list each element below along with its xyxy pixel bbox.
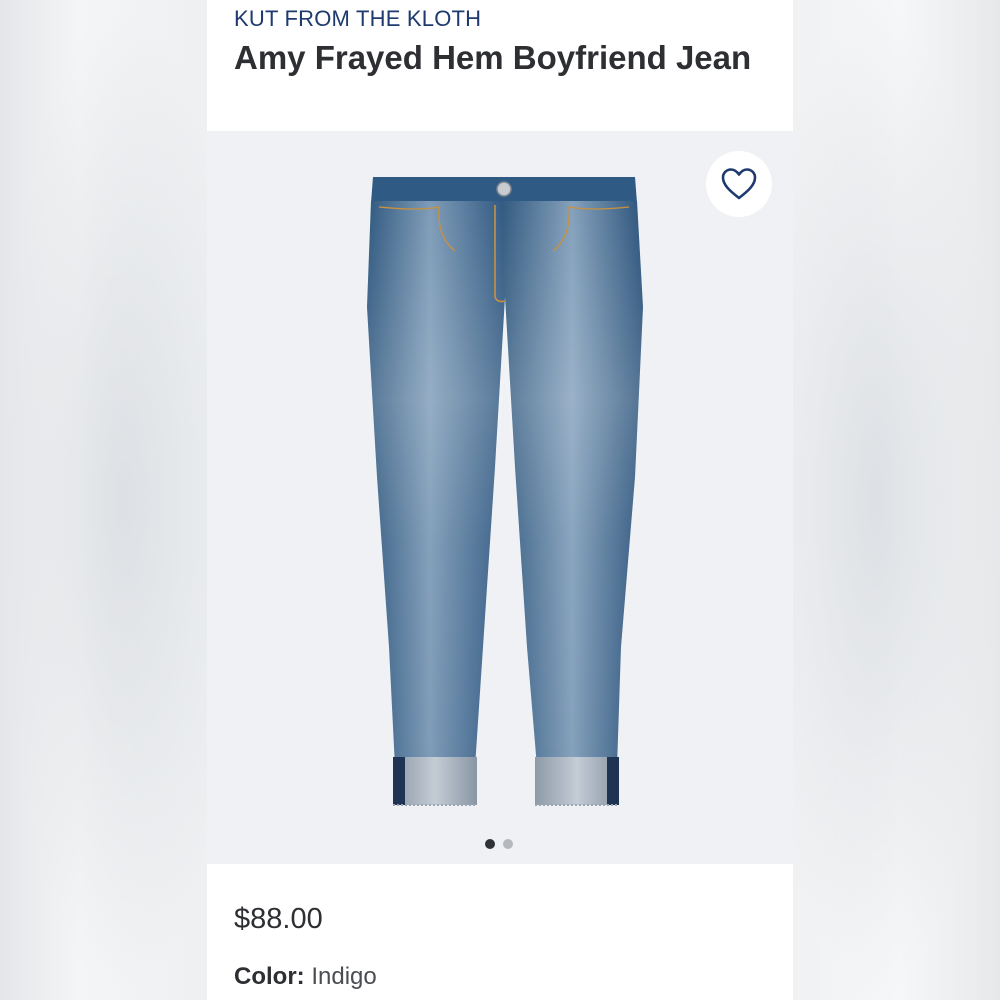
gallery-pagination	[485, 839, 513, 849]
product-card: KUT FROM THE KLOTH Amy Frayed Hem Boyfri…	[207, 0, 793, 1000]
brand-name[interactable]: KUT FROM THE KLOTH	[234, 6, 481, 32]
favorite-button[interactable]	[706, 151, 772, 217]
color-label: Color:	[234, 963, 305, 990]
product-image-gallery[interactable]	[207, 131, 793, 864]
product-title: Amy Frayed Hem Boyfriend Jean	[234, 39, 752, 76]
jeans-product-image	[367, 177, 643, 806]
heart-outline-icon	[721, 168, 757, 200]
right-blur-margin	[793, 0, 1000, 1000]
color-value: Indigo	[311, 963, 377, 990]
left-blur-margin	[0, 0, 207, 1000]
gallery-dot-1[interactable]	[485, 839, 495, 849]
product-price: $88.00	[234, 903, 323, 935]
gallery-dot-2[interactable]	[503, 839, 513, 849]
color-row: Color: Indigo	[234, 963, 377, 991]
